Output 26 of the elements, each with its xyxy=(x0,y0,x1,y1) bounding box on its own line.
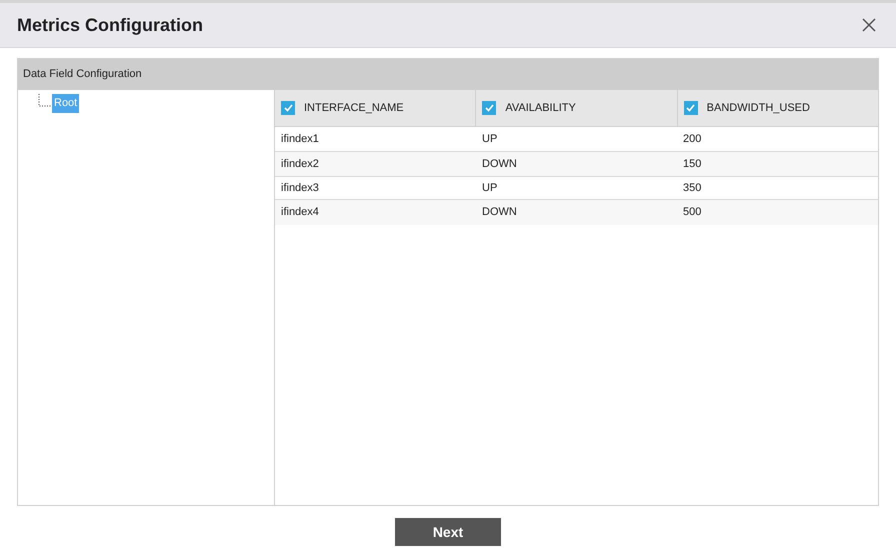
column-checkbox[interactable] xyxy=(482,101,496,115)
close-icon[interactable] xyxy=(862,18,876,32)
table-cell-text: ifindex4 xyxy=(281,205,319,220)
table-cell-text: DOWN xyxy=(482,205,517,220)
column-label: BANDWIDTH_USED xyxy=(706,100,810,116)
table-cell-text: ifindex2 xyxy=(281,156,319,172)
tree-connector-icon xyxy=(38,94,52,107)
table-cell-text: UP xyxy=(482,180,498,196)
table-cell-text: DOWN xyxy=(482,156,517,172)
check-icon xyxy=(484,104,494,112)
table-cell-text: 150 xyxy=(683,156,702,172)
column-checkbox[interactable] xyxy=(684,101,698,115)
table-cell-text: ifindex3 xyxy=(281,180,319,196)
table-cell-text: 500 xyxy=(683,205,702,220)
column-checkbox[interactable] xyxy=(281,101,295,115)
table-cell-text: UP xyxy=(482,132,498,147)
dialog-title: Metrics Configuration xyxy=(17,14,204,37)
panel-title: Data Field Configuration xyxy=(23,67,142,82)
check-icon xyxy=(284,104,292,112)
table-cell-text: 200 xyxy=(683,132,702,147)
next-button[interactable]: Next xyxy=(395,518,501,546)
check-icon xyxy=(686,104,696,112)
column-label: AVAILABILITY xyxy=(505,100,576,116)
table-cell-text: ifindex1 xyxy=(281,132,319,147)
table-cell-text: 350 xyxy=(683,180,702,196)
column-label: INTERFACE_NAME xyxy=(304,100,404,116)
